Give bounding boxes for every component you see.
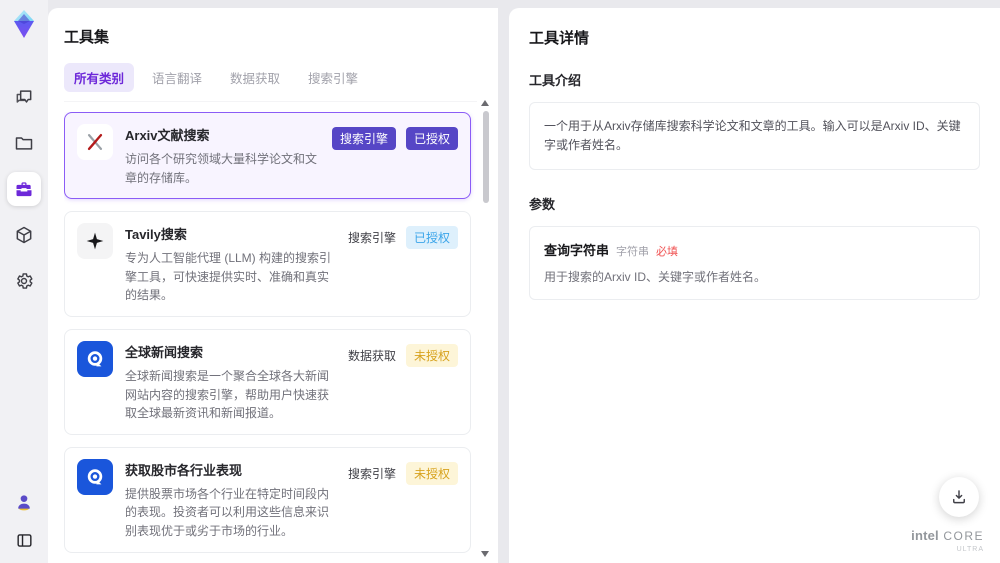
- tool-icon: [77, 223, 113, 260]
- intel-core-text: core: [943, 529, 984, 543]
- tool-name: 全球新闻搜索: [125, 344, 204, 360]
- tool-tags: 搜索引擎 已授权: [331, 124, 458, 150]
- tool-description: 专为人工智能代理 (LLM) 构建的搜索引擎工具，可快速提供实时、准确和真实的结…: [125, 251, 332, 303]
- sidebar: [0, 0, 48, 563]
- tool-list-panel: 工具集 所有类别 语言翻译 数据获取 搜索引擎 Arxiv文献搜索 访问各个研究…: [48, 8, 498, 563]
- intel-ultra-text: Ultra: [956, 546, 984, 553]
- cube-icon[interactable]: [7, 218, 41, 252]
- scrollbar[interactable]: [481, 100, 490, 557]
- tool-list-item[interactable]: Arxiv文献搜索 访问各个研究领域大量科学论文和文章的存储库。 搜索引擎 已授…: [64, 112, 471, 200]
- tool-intro-text: 一个用于从Arxiv存储库搜索科学论文和文章的工具。输入可以是Arxiv ID、…: [529, 102, 980, 171]
- tool-category-tag: 数据获取: [347, 348, 396, 363]
- arxiv-logo-icon: [87, 133, 103, 151]
- parameter-name: 查询字符串: [544, 243, 610, 259]
- news-q-logo-icon: [87, 469, 103, 485]
- intel-brand-text: intel: [911, 528, 939, 543]
- download-button[interactable]: [939, 477, 979, 517]
- tool-list-item[interactable]: Tavily搜索 专为人工智能代理 (LLM) 构建的搜索引擎工具，可快速提供实…: [64, 211, 471, 317]
- tab-label: 所有类别: [74, 72, 125, 86]
- chat-icon[interactable]: [7, 80, 41, 114]
- tool-icon: [77, 458, 113, 495]
- tool-category-tag: 搜索引擎: [347, 466, 396, 481]
- tool-list: Arxiv文献搜索 访问各个研究领域大量科学论文和文章的存储库。 搜索引擎 已授…: [64, 112, 477, 563]
- parameter-type: 字符串: [616, 246, 650, 259]
- tool-name: Arxiv文献搜索: [125, 128, 210, 143]
- tool-icon: [77, 124, 113, 160]
- tool-texts: 获取股市各行业表现 提供股票市场各个行业在特定时间段内的表现。投资者可以利用这些…: [125, 459, 336, 541]
- tool-texts: Arxiv文献搜索 访问各个研究领域大量科学论文和文章的存储库。: [125, 124, 320, 187]
- tool-detail-panel: 工具详情 工具介绍 一个用于从Arxiv存储库搜索科学论文和文章的工具。输入可以…: [509, 8, 1000, 563]
- tool-category-tag: 搜索引擎: [347, 231, 396, 246]
- parameter-header: 查询字符串 字符串 必填: [544, 240, 965, 259]
- news-q-logo-icon: [87, 351, 103, 367]
- category-tab[interactable]: 搜索引擎: [298, 63, 368, 92]
- panel-toggle-icon[interactable]: [11, 527, 37, 553]
- detail-title: 工具详情: [529, 30, 590, 47]
- tab-label: 数据获取: [230, 72, 281, 86]
- gear-icon[interactable]: [7, 264, 41, 298]
- params-heading: 参数: [529, 197, 556, 213]
- tool-description: 全球新闻搜索是一个聚合全球各大新闻网站内容的搜索引擎，帮助用户快速获取全球最新资…: [125, 368, 330, 421]
- tab-label: 语言翻译: [152, 72, 203, 86]
- app-logo-icon: [8, 8, 40, 40]
- tool-name: Tavily搜索: [125, 227, 187, 243]
- tool-name: 获取股市各行业表现: [125, 462, 243, 478]
- download-icon: [953, 490, 965, 504]
- category-tab[interactable]: 语言翻译: [142, 63, 212, 92]
- tool-auth-badge: 已授权: [405, 226, 458, 250]
- sidebar-nav: [7, 80, 41, 298]
- tool-category-tag: 搜索引擎: [331, 127, 396, 150]
- category-tab[interactable]: 数据获取: [220, 63, 290, 92]
- sparkle-icon: [86, 232, 104, 250]
- tool-texts: 全球新闻搜索 全球新闻搜索是一个聚合全球各大新闻网站内容的搜索引擎，帮助用户快速…: [125, 341, 336, 423]
- tool-texts: Tavily搜索 专为人工智能代理 (LLM) 构建的搜索引擎工具，可快速提供实…: [125, 223, 336, 305]
- tab-label: 搜索引擎: [308, 72, 359, 86]
- tool-description: 访问各个研究领域大量科学论文和文章的存储库。: [125, 152, 318, 185]
- parameter-card: 查询字符串 字符串 必填 用于搜索的Arxiv ID、关键字或作者姓名。: [529, 226, 980, 301]
- tool-tags: 搜索引擎 未授权: [348, 459, 458, 485]
- folder-icon[interactable]: [7, 126, 41, 160]
- tool-auth-badge: 已授权: [405, 127, 458, 150]
- page-title: 工具集: [64, 29, 110, 46]
- toolbox-icon[interactable]: [7, 172, 41, 206]
- parameter-required-badge: 必填: [656, 246, 679, 259]
- user-avatar-icon[interactable]: [11, 489, 37, 515]
- tool-icon: [77, 340, 113, 377]
- main-content: 工具集 所有类别 语言翻译 数据获取 搜索引擎 Arxiv文献搜索 访问各个研究…: [48, 0, 1000, 563]
- intel-core-logo: intel core Ultra: [911, 528, 984, 553]
- sidebar-bottom: [11, 489, 37, 553]
- parameter-description: 用于搜索的Arxiv ID、关键字或作者姓名。: [544, 270, 767, 285]
- tool-list-item[interactable]: 全球新闻搜索 全球新闻搜索是一个聚合全球各大新闻网站内容的搜索引擎，帮助用户快速…: [64, 328, 471, 435]
- scrollbar-up-arrow[interactable]: [481, 100, 489, 106]
- intro-heading: 工具介绍: [529, 73, 582, 88]
- tool-tags: 搜索引擎 已授权: [347, 223, 458, 250]
- tool-list-item[interactable]: 获取股市各行业表现 提供股票市场各个行业在特定时间段内的表现。投资者可以利用这些…: [64, 446, 471, 553]
- tool-auth-badge: 未授权: [405, 461, 458, 485]
- category-tab[interactable]: 所有类别: [64, 63, 135, 92]
- app-window: 工具集 所有类别 语言翻译 数据获取 搜索引擎 Arxiv文献搜索 访问各个研究…: [0, 0, 1000, 563]
- tool-description: 提供股票市场各个行业在特定时间段内的表现。投资者可以利用这些信息来识别表现优于或…: [125, 486, 330, 538]
- tool-tags: 数据获取 未授权: [348, 341, 458, 367]
- category-tabs: 所有类别 语言翻译 数据获取 搜索引擎: [64, 63, 477, 102]
- tool-auth-badge: 未授权: [405, 343, 458, 367]
- scrollbar-thumb[interactable]: [482, 111, 489, 203]
- scrollbar-down-arrow[interactable]: [481, 551, 489, 557]
